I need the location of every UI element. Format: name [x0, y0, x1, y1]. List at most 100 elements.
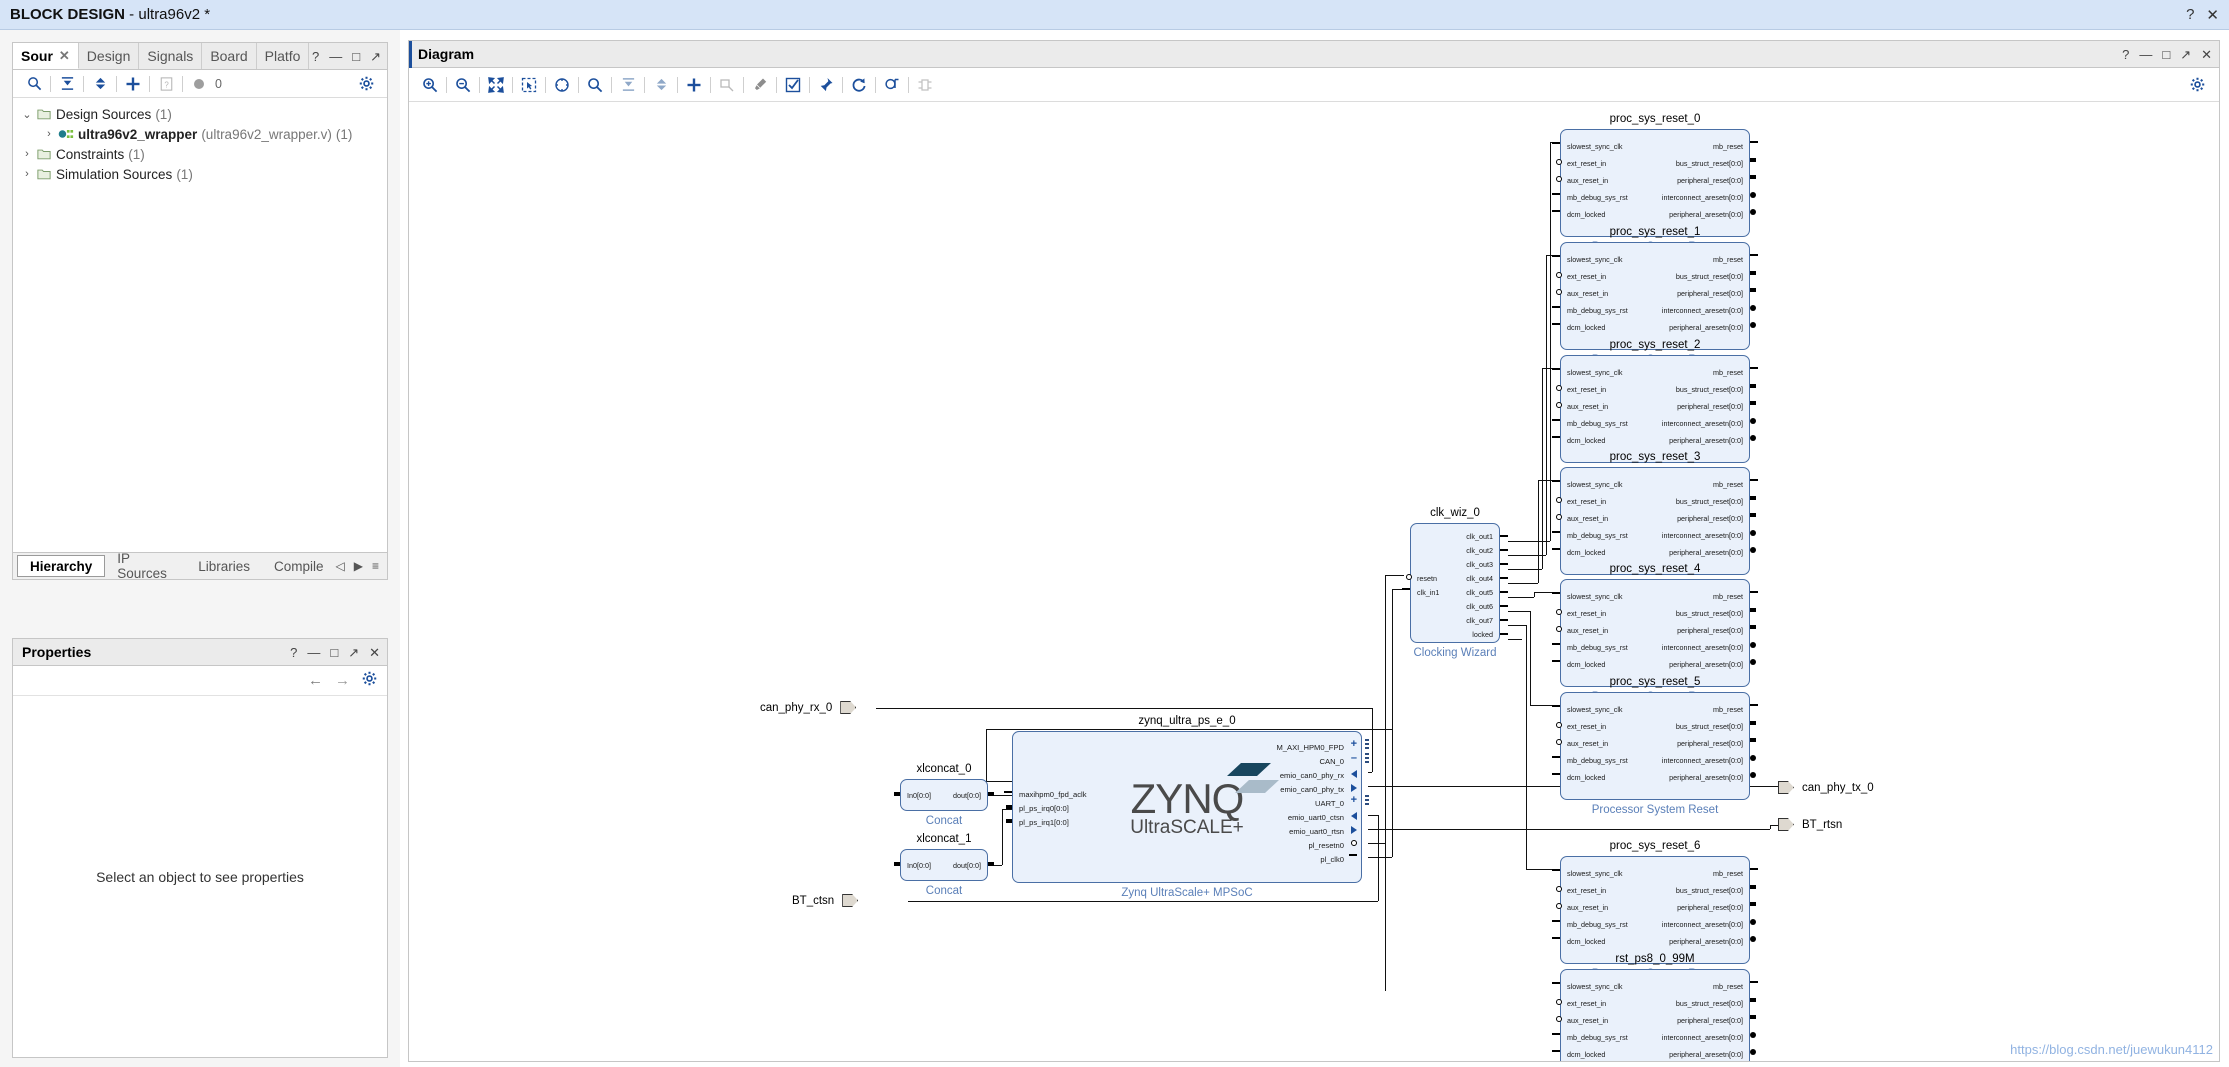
input-pin-marker[interactable]: [1006, 805, 1012, 809]
collapse-all-icon[interactable]: [54, 71, 80, 97]
input-pin-marker[interactable]: [1006, 819, 1012, 823]
output-pin-marker[interactable]: –: [1351, 753, 1357, 764]
input-pin-marker[interactable]: [1552, 306, 1560, 308]
input-pin-marker[interactable]: [1556, 159, 1562, 165]
input-pin-marker[interactable]: [1552, 255, 1560, 257]
input-pin-marker[interactable]: [1556, 402, 1562, 408]
block-proc_sys_reset_6[interactable]: proc_sys_reset_6Processor System Resetsl…: [1552, 840, 1758, 980]
maximize-icon[interactable]: □: [2162, 47, 2170, 62]
tab-board[interactable]: Board: [202, 43, 257, 69]
zoom-area-icon[interactable]: [516, 72, 542, 98]
block-design-canvas[interactable]: proc_sys_reset_0 Processor System Reset sl…: [409, 103, 2219, 1061]
output-pin-marker[interactable]: [1500, 633, 1508, 635]
help-icon[interactable]: ?: [2122, 47, 2129, 62]
output-pin-marker[interactable]: [1351, 840, 1357, 846]
input-pin-marker[interactable]: [1552, 756, 1560, 758]
bus-interface[interactable]: [1365, 739, 1369, 751]
input-pin-marker[interactable]: [1556, 722, 1562, 728]
output-pin-marker[interactable]: [1750, 175, 1756, 179]
input-pin-marker[interactable]: [1004, 791, 1012, 793]
minimize-icon[interactable]: —: [329, 49, 342, 64]
output-pin-marker[interactable]: [1750, 591, 1758, 593]
float-icon[interactable]: ↗: [348, 645, 359, 661]
close-icon[interactable]: ✕: [369, 645, 380, 661]
port-BT_rtsn[interactable]: BT_rtsn: [1778, 818, 1842, 831]
expand-all-icon[interactable]: [648, 72, 674, 98]
output-pin-marker[interactable]: [1750, 608, 1756, 612]
chevron-right-icon[interactable]: ›: [19, 168, 35, 180]
port-can_phy_rx_0[interactable]: can_phy_rx_0: [760, 701, 857, 714]
output-pin-marker[interactable]: [1750, 868, 1758, 870]
zoom-in-icon[interactable]: [417, 72, 443, 98]
tree-row-constraints[interactable]: › Constraints (1): [19, 144, 387, 164]
input-pin-marker[interactable]: [1552, 920, 1560, 922]
output-pin-marker[interactable]: [1500, 563, 1508, 565]
output-pin-marker[interactable]: [1750, 479, 1758, 481]
input-pin-marker[interactable]: [1552, 982, 1560, 984]
input-pin-marker[interactable]: [1556, 497, 1562, 503]
block-proc_sys_reset_2[interactable]: proc_sys_reset_2Processor System Resetsl…: [1552, 339, 1758, 479]
zoom-out-icon[interactable]: [450, 72, 476, 98]
output-pin-marker[interactable]: [1750, 367, 1758, 369]
output-pin-marker[interactable]: [1750, 659, 1756, 665]
tab-ip-sources[interactable]: IP Sources: [105, 551, 186, 581]
input-pin-marker[interactable]: [1552, 436, 1560, 438]
regenerate-layout-icon[interactable]: [549, 72, 575, 98]
gear-icon[interactable]: [353, 71, 379, 97]
tree-row-design-sources[interactable]: ⌄ Design Sources (1): [19, 104, 387, 124]
output-pin-marker[interactable]: [1750, 772, 1756, 778]
help-icon[interactable]: ?: [2186, 6, 2194, 24]
tab-sources[interactable]: Sour ✕: [13, 43, 79, 69]
input-pin-marker[interactable]: [1556, 176, 1562, 182]
forward-icon[interactable]: →: [335, 672, 350, 689]
gear-icon[interactable]: [2184, 72, 2210, 98]
search-icon[interactable]: [582, 72, 608, 98]
output-pin-marker[interactable]: [1750, 192, 1756, 198]
output-pin-marker[interactable]: [1750, 158, 1756, 162]
scroll-left-icon[interactable]: ◁: [336, 559, 345, 573]
output-pin-marker[interactable]: [1750, 998, 1756, 1002]
output-pin-marker[interactable]: [1750, 981, 1758, 983]
input-pin-marker[interactable]: [1556, 886, 1562, 892]
close-icon[interactable]: ✕: [2206, 6, 2219, 24]
optimize-icon[interactable]: [879, 72, 905, 98]
chevron-right-icon[interactable]: ›: [41, 128, 57, 140]
input-pin-marker[interactable]: [1556, 289, 1562, 295]
output-pin-marker[interactable]: [1500, 605, 1508, 607]
output-pin-marker[interactable]: +: [1351, 795, 1357, 806]
output-pin-marker[interactable]: [988, 792, 994, 796]
chevron-down-icon[interactable]: ⌄: [19, 108, 35, 121]
float-icon[interactable]: ↗: [2180, 47, 2191, 63]
input-pin-marker[interactable]: [1552, 1033, 1560, 1035]
input-pin-marker[interactable]: [1552, 480, 1560, 482]
input-pin-marker[interactable]: [894, 792, 900, 796]
input-pin-marker[interactable]: [1552, 773, 1560, 775]
input-pin-marker[interactable]: [1552, 368, 1560, 370]
block-proc_sys_reset_5[interactable]: proc_sys_reset_5 Processor System Reset sl…: [1552, 676, 1758, 816]
input-pin-marker[interactable]: [1552, 1050, 1560, 1052]
output-pin-marker[interactable]: [1750, 496, 1756, 500]
tab-signals[interactable]: Signals: [139, 43, 203, 69]
output-pin-marker[interactable]: [1750, 418, 1756, 424]
block-proc_sys_reset_4[interactable]: proc_sys_reset_4Processor System Resetsl…: [1552, 563, 1758, 703]
output-pin-marker[interactable]: [1750, 902, 1756, 906]
output-pin-marker[interactable]: [1500, 591, 1508, 593]
minimize-icon[interactable]: —: [307, 645, 320, 660]
tab-libraries[interactable]: Libraries: [186, 553, 262, 579]
minimize-icon[interactable]: —: [2139, 47, 2152, 62]
output-pin-marker[interactable]: [1750, 1049, 1756, 1055]
input-pin-marker[interactable]: [894, 862, 900, 866]
block-clk-wiz-0[interactable]: clk_wiz_0 Clocking Wizard resetn clk_in1 clk…: [1402, 507, 1508, 659]
input-pin-marker[interactable]: [1556, 999, 1562, 1005]
output-pin-marker[interactable]: [1750, 1015, 1756, 1019]
port-arrow-icon[interactable]: [1778, 781, 1794, 794]
output-pin-marker[interactable]: [1750, 1032, 1756, 1038]
port-arrow-icon[interactable]: [840, 701, 857, 714]
tab-design[interactable]: Design: [79, 43, 140, 69]
scroll-right-icon[interactable]: ▶: [354, 559, 363, 573]
input-pin-marker[interactable]: [1552, 193, 1560, 195]
output-pin-marker[interactable]: [1349, 854, 1357, 856]
output-pin-marker[interactable]: [1750, 547, 1756, 553]
output-pin-marker[interactable]: [988, 862, 994, 866]
output-pin-marker[interactable]: [1750, 305, 1756, 311]
